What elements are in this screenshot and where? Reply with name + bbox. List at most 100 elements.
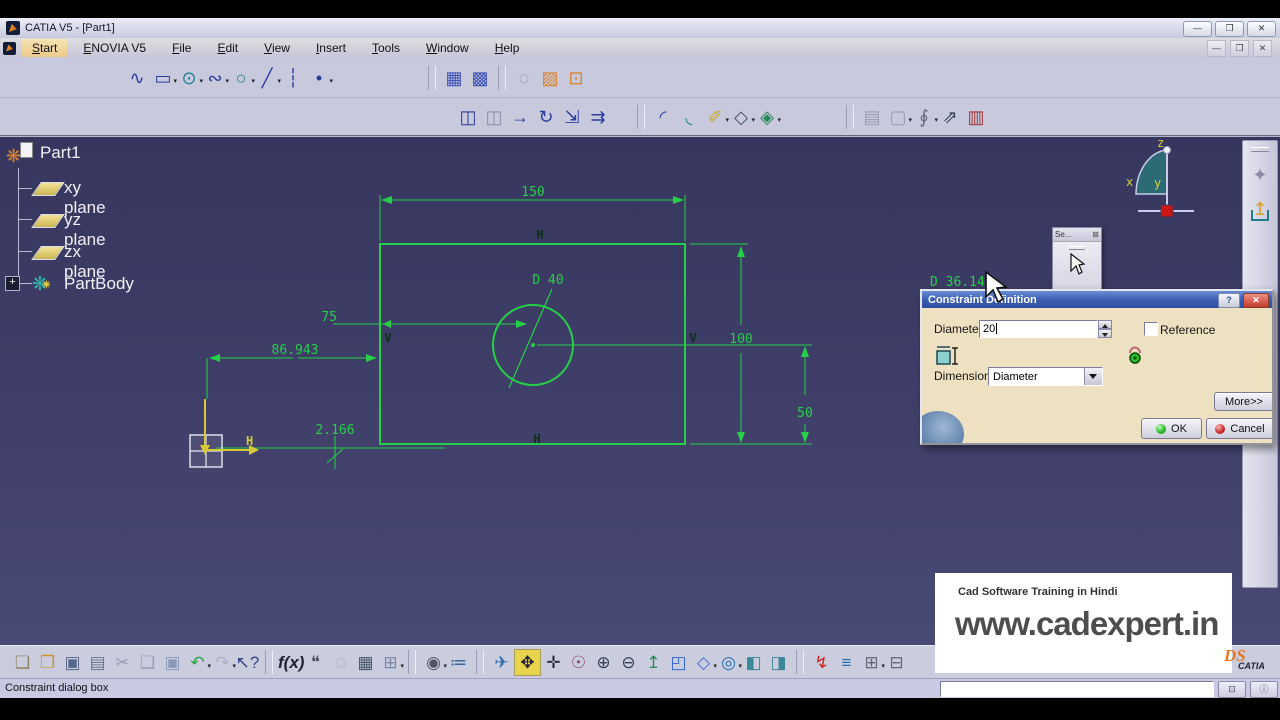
- menu-help[interactable]: Help: [485, 39, 530, 57]
- offset-icon[interactable]: ⇉: [585, 104, 611, 130]
- expand-partbody-icon[interactable]: +: [5, 276, 20, 291]
- expand-panel-icon[interactable]: ⊡: [1218, 681, 1246, 698]
- title-bar: CATIA V5 - [Part1] — ❐ ✕: [0, 18, 1280, 39]
- info-icon[interactable]: ⓘ: [1250, 681, 1278, 698]
- orientation-compass[interactable]: z x y: [1126, 137, 1194, 218]
- diagnostics-icon[interactable]: ▨: [537, 65, 563, 91]
- doc-minimize-icon[interactable]: —: [1207, 40, 1226, 57]
- more-button-label: More>>: [1225, 395, 1263, 408]
- toolbar-separator: [498, 65, 506, 90]
- tree-root-part1[interactable]: Part1: [40, 143, 81, 163]
- rectangle-icon[interactable]: ▭: [150, 65, 177, 95]
- sketch-solving-status-icon[interactable]: ✦: [1247, 162, 1273, 188]
- spline-icon[interactable]: ∾: [202, 65, 229, 95]
- dim-origin-x-label[interactable]: 86.943: [272, 343, 319, 358]
- dim-clipped-label[interactable]: D 36.14: [930, 275, 985, 290]
- parameters-icon[interactable]: ▢: [885, 104, 912, 134]
- cancel-button[interactable]: Cancel: [1206, 418, 1272, 439]
- doc-close-icon[interactable]: ✕: [1253, 40, 1272, 57]
- minimize-icon[interactable]: —: [1183, 21, 1212, 37]
- select-palette-title: Se...: [1055, 230, 1072, 239]
- attach-icon[interactable]: ∮: [911, 104, 938, 134]
- menu-window[interactable]: Window: [416, 39, 479, 57]
- dim-origin-y-label[interactable]: 2.166: [315, 423, 354, 438]
- menu-file[interactable]: File: [162, 39, 201, 57]
- toolbar-drag-handle[interactable]: [1251, 147, 1269, 152]
- dropdown-arrow-icon[interactable]: [1084, 368, 1102, 385]
- sketch-dimensions[interactable]: [206, 195, 812, 469]
- spinner-down-icon[interactable]: [1098, 329, 1112, 338]
- datum-icon[interactable]: ▥: [963, 104, 989, 130]
- catia-app-icon: [6, 21, 20, 35]
- dim-width-label[interactable]: 150: [521, 185, 544, 200]
- animate-constraint-icon[interactable]: ◈: [754, 104, 781, 134]
- dialog-title-bar[interactable]: Constraint Definition ? ✕: [922, 291, 1272, 308]
- spinner-up-icon[interactable]: [1098, 320, 1112, 329]
- ellipse-icon[interactable]: ○: [228, 65, 255, 95]
- catalog-icon[interactable]: ▤: [859, 104, 885, 130]
- cancel-icon: [1215, 423, 1226, 434]
- toolbar-separator: [846, 104, 854, 129]
- catia-logo-text: CATIA: [1238, 661, 1265, 671]
- select-palette[interactable]: Se... ⊠: [1052, 227, 1102, 295]
- help-icon[interactable]: ?: [1218, 293, 1240, 308]
- dim-diameter-label[interactable]: D 40: [532, 273, 563, 288]
- close-icon[interactable]: ✕: [1247, 21, 1276, 37]
- symmetry-icon[interactable]: ◫: [481, 104, 507, 130]
- axis-icon[interactable]: ┆: [280, 65, 306, 91]
- scale-icon[interactable]: ⇲: [559, 104, 585, 130]
- ok-button[interactable]: OK: [1141, 418, 1202, 439]
- diameter-input[interactable]: 20: [979, 320, 1098, 338]
- output-feature-icon[interactable]: ⇗: [937, 104, 963, 130]
- part-icon[interactable]: [6, 142, 34, 167]
- constraint-icon[interactable]: ◇: [728, 104, 755, 134]
- doc-restore-icon[interactable]: ❐: [1230, 40, 1249, 57]
- mirror-icon[interactable]: ◫: [455, 104, 481, 130]
- dim-offset-label[interactable]: 50: [797, 406, 813, 421]
- menu-view[interactable]: View: [254, 39, 300, 57]
- lock-constraint-icon[interactable]: [1126, 342, 1144, 366]
- dimension-label: Dimension: [934, 369, 991, 383]
- palette-handle[interactable]: [1069, 246, 1085, 250]
- status-message: Constraint dialog box: [5, 682, 109, 694]
- menu-enovia[interactable]: ENOVIA V5: [73, 39, 156, 57]
- more-button[interactable]: More>>: [1214, 392, 1272, 411]
- palette-close-icon[interactable]: ⊠: [1092, 230, 1099, 239]
- rotate-icon[interactable]: ↻: [533, 104, 559, 130]
- select-cursor-icon[interactable]: [1067, 252, 1087, 276]
- grid-icon[interactable]: ▦: [441, 65, 467, 91]
- menu-start[interactable]: Start: [22, 39, 68, 57]
- point-icon[interactable]: •: [306, 65, 333, 95]
- translate-icon[interactable]: →: [507, 104, 533, 130]
- corner-icon[interactable]: ◜: [650, 104, 676, 130]
- sketch-origin[interactable]: H: [189, 399, 259, 468]
- menu-tools[interactable]: Tools: [362, 39, 410, 57]
- select-palette-titlebar[interactable]: Se... ⊠: [1053, 228, 1101, 242]
- exit-workbench-icon[interactable]: ↥: [1247, 196, 1273, 222]
- tree-item-partbody[interactable]: PartBody: [64, 274, 134, 294]
- construction-element-icon[interactable]: ◌: [511, 65, 537, 91]
- power-input-field[interactable]: [940, 681, 1214, 697]
- reference-checkbox[interactable]: [1144, 322, 1158, 336]
- trim-icon[interactable]: ✐: [702, 104, 729, 134]
- circle-icon[interactable]: ⊙: [176, 65, 203, 95]
- dim-height-label[interactable]: 100: [729, 332, 752, 347]
- chamfer-icon[interactable]: ◟: [676, 104, 702, 130]
- profile-icon[interactable]: ∿: [124, 65, 150, 91]
- menu-insert[interactable]: Insert: [306, 39, 356, 57]
- dim-center-label[interactable]: 75: [321, 310, 337, 325]
- dimension-dropdown[interactable]: Diameter: [988, 367, 1103, 386]
- snap-to-point-icon[interactable]: ▩: [467, 65, 493, 91]
- dialog-close-icon[interactable]: ✕: [1243, 293, 1269, 308]
- v-constraint-right: V: [689, 331, 696, 345]
- menu-edit[interactable]: Edit: [207, 39, 248, 57]
- diameter-spinner[interactable]: [1098, 320, 1112, 338]
- line-icon[interactable]: ╱: [254, 65, 281, 95]
- dimension-labels[interactable]: 150 100 50 75 86.943 2.166 D 40 D 36.14 …: [272, 185, 985, 446]
- catia-application-window: CATIA V5 - [Part1] — ❐ ✕ Start ENOVIA V5 F…: [0, 0, 1280, 720]
- constraint-definition-dialog[interactable]: Constraint Definition ? ✕ Diameter 20 Re…: [920, 289, 1274, 445]
- sketch-analysis-icon[interactable]: ⊡: [563, 65, 589, 91]
- partbody-icon[interactable]: [32, 271, 58, 296]
- restore-icon[interactable]: ❐: [1215, 21, 1244, 37]
- length-measure-icon: [936, 346, 958, 365]
